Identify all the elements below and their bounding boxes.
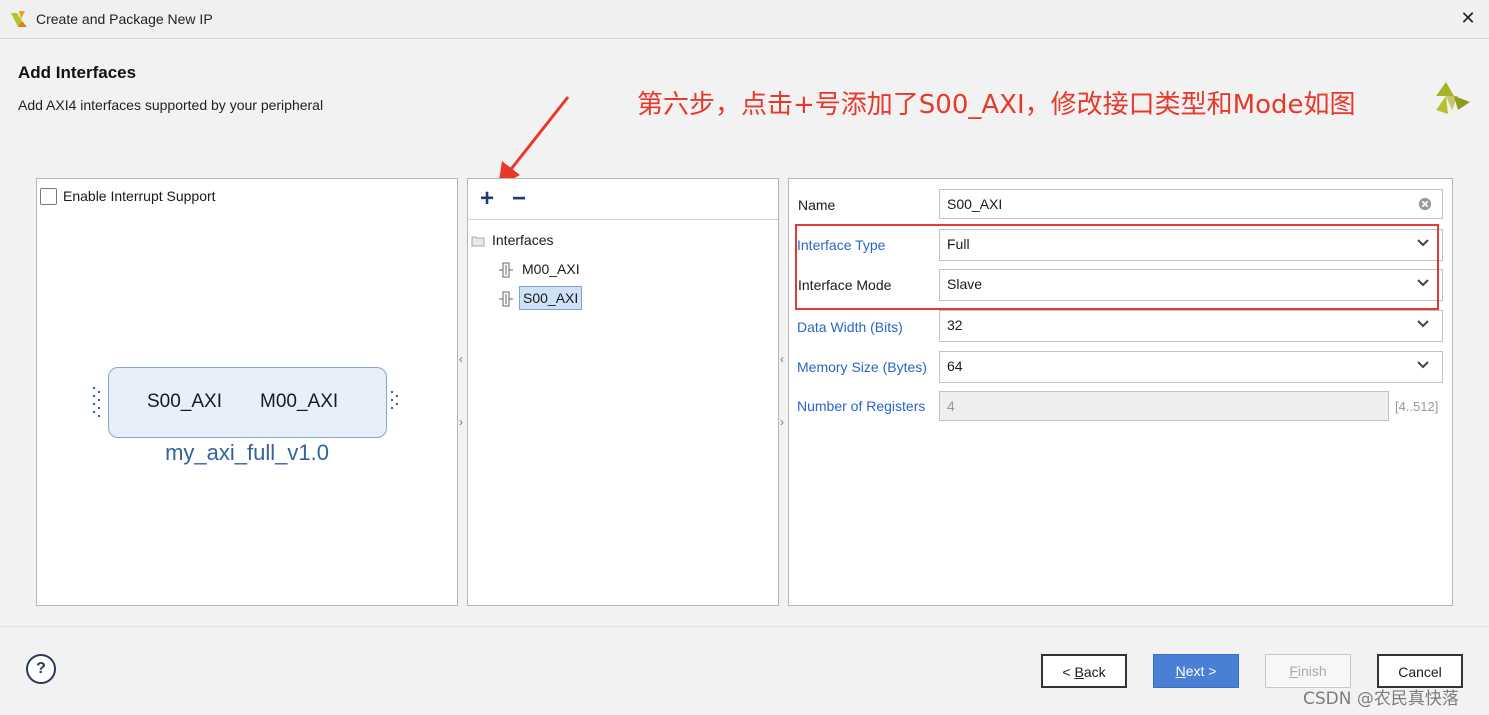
expand-right-arrow-icon-2[interactable]: › — [780, 415, 784, 429]
interfaces-tree-panel: + − Interfaces M00_AXI S00_AXI — [467, 178, 779, 606]
help-button[interactable]: ? — [26, 654, 56, 684]
num-registers-field: 4 — [939, 391, 1389, 421]
num-registers-value: 4 — [947, 398, 955, 414]
memory-size-select[interactable]: 64 — [939, 351, 1443, 383]
data-width-label: Data Width (Bits) — [797, 319, 903, 335]
ip-name-label: my_axi_full_v1.0 — [165, 440, 329, 465]
interfaces-toolbar: + − — [468, 179, 778, 220]
interrupt-support-label: Enable Interrupt Support — [63, 188, 216, 204]
watermark-text: CSDN @农民真快落 — [1303, 689, 1459, 709]
next-rest: ext > — [1185, 663, 1217, 679]
collapse-left-arrow-icon-2[interactable]: ‹ — [780, 352, 784, 366]
remove-interface-button[interactable]: − — [512, 185, 526, 213]
back-prefix: < — [1062, 664, 1075, 680]
symbol-panel: Enable Interrupt Support S00_AXI M00_AXI… — [36, 178, 458, 606]
next-button[interactable]: Next > — [1153, 654, 1239, 688]
ip-master-port-label: M00_AXI — [260, 391, 339, 412]
finish-mnemonic: F — [1289, 663, 1298, 679]
clear-field-icon[interactable] — [1418, 197, 1432, 211]
footer-divider — [0, 626, 1489, 627]
num-registers-range: [4..512] — [1395, 399, 1439, 414]
name-field-value: S00_AXI — [947, 196, 1003, 212]
highlight-box — [795, 224, 1439, 310]
tree-item-m00-axi[interactable]: M00_AXI — [522, 261, 580, 277]
name-label: Name — [798, 197, 836, 213]
add-interface-button[interactable]: + — [480, 185, 494, 213]
window-title: Create and Package New IP — [36, 11, 213, 27]
back-rest: ack — [1083, 664, 1106, 680]
window-title-bar: Create and Package New IP ✕ — [0, 0, 1489, 39]
finish-rest: inish — [1297, 663, 1327, 679]
data-width-select[interactable]: 32 — [939, 310, 1443, 342]
data-width-value: 32 — [947, 317, 963, 333]
ip-symbol-block: S00_AXI M00_AXI — [108, 367, 387, 438]
chevron-down-icon — [1417, 320, 1429, 328]
name-field[interactable]: S00_AXI — [939, 189, 1443, 219]
annotation-arrow — [498, 96, 570, 187]
page-title: Add Interfaces — [18, 63, 137, 82]
num-registers-label: Number of Registers — [797, 398, 926, 414]
memory-size-label: Memory Size (Bytes) — [797, 359, 927, 375]
close-icon[interactable]: ✕ — [1459, 9, 1477, 27]
expand-right-arrow-icon[interactable]: › — [459, 415, 463, 429]
tree-root-interfaces[interactable]: Interfaces — [492, 232, 553, 248]
back-mnemonic: B — [1074, 664, 1084, 680]
chevron-down-icon — [1417, 361, 1429, 369]
folder-icon — [471, 236, 485, 247]
collapse-left-arrow-icon[interactable]: ‹ — [459, 352, 463, 366]
xilinx-logo-icon — [1436, 82, 1470, 114]
finish-button[interactable]: Finish — [1265, 654, 1351, 688]
interface-bus-icon — [499, 291, 513, 307]
interrupt-support-checkbox[interactable] — [40, 188, 57, 205]
vivado-logo-icon — [11, 11, 27, 27]
page-subtitle: Add AXI4 interfaces supported by your pe… — [18, 97, 324, 113]
ip-slave-port-label: S00_AXI — [147, 391, 222, 412]
cancel-button[interactable]: Cancel — [1377, 654, 1463, 688]
tree-item-s00-axi[interactable]: S00_AXI — [519, 286, 583, 310]
interface-bus-icon — [499, 262, 513, 278]
annotation-text: 第六步，点击+号添加了S00_AXI，修改接口类型和Mode如图 — [637, 90, 1356, 120]
next-mnemonic: N — [1175, 663, 1186, 679]
back-button[interactable]: < Back — [1041, 654, 1127, 688]
memory-size-value: 64 — [947, 358, 963, 374]
